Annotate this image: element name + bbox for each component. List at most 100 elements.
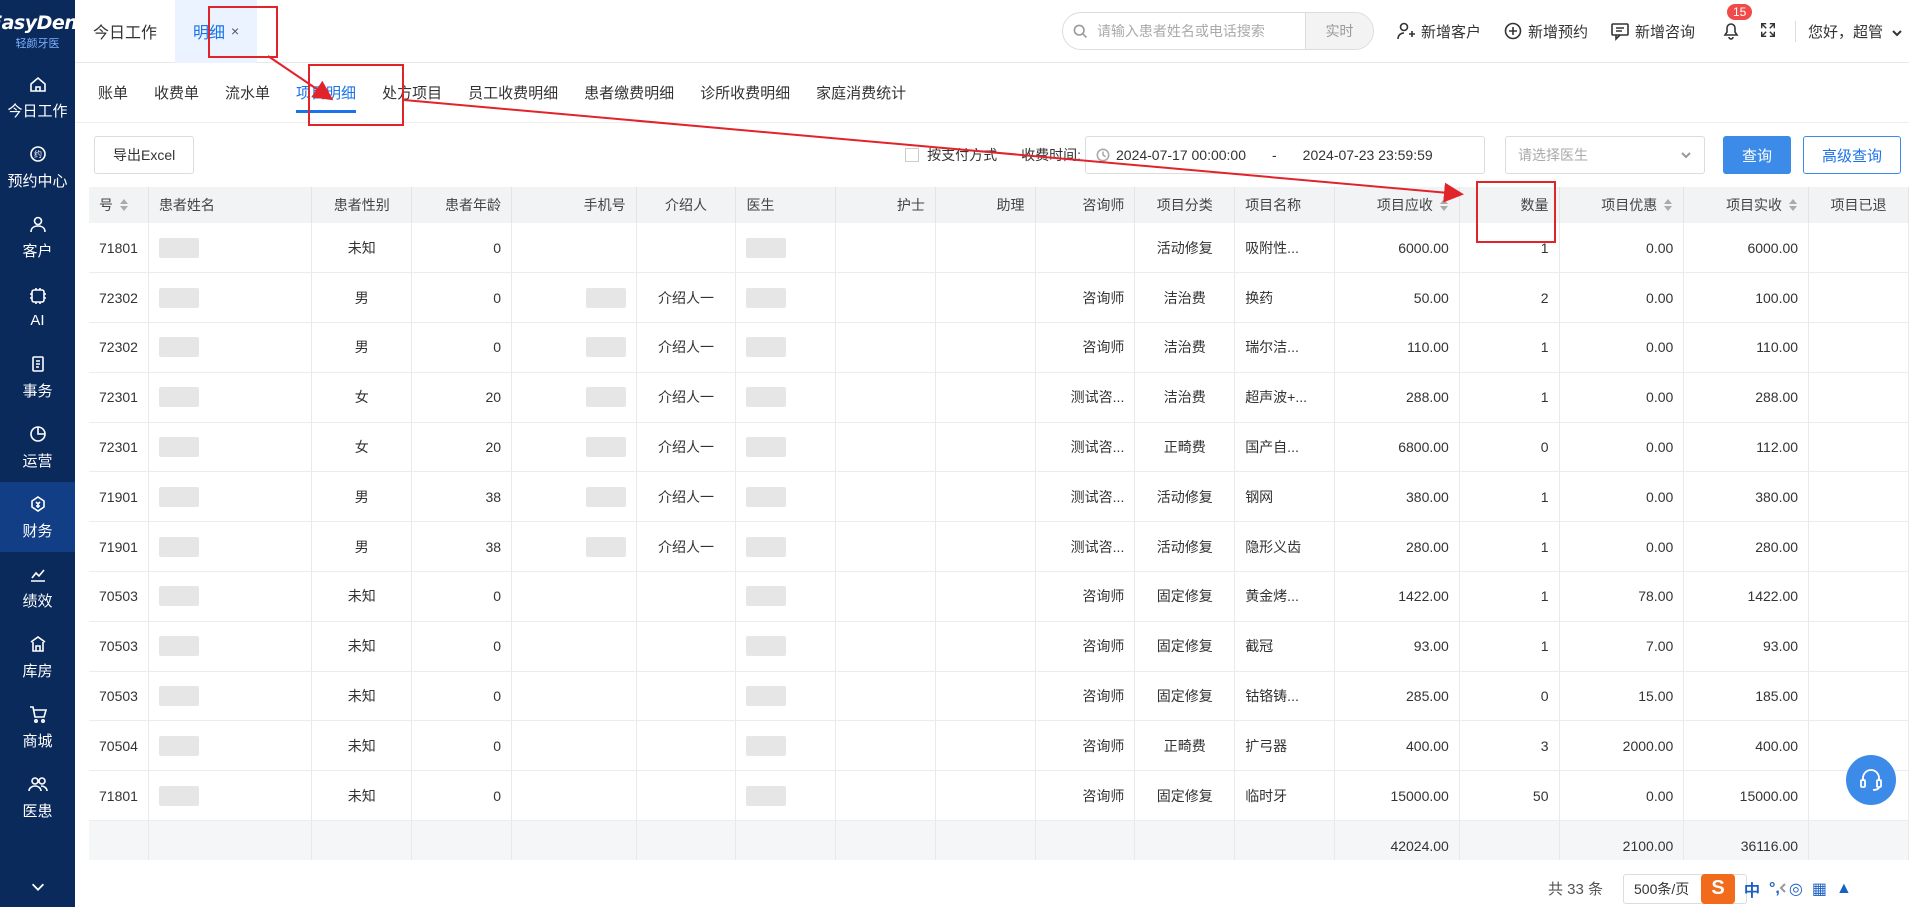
patient-search: 实时 bbox=[1061, 12, 1374, 50]
sidebar-item-patient[interactable]: 医患 bbox=[0, 762, 75, 832]
user-menu[interactable]: 您好，超管 bbox=[1794, 20, 1902, 42]
total-cell bbox=[311, 820, 413, 860]
checkbox-box[interactable] bbox=[905, 148, 920, 162]
column-header-14[interactable]: 项目优惠 bbox=[1559, 187, 1685, 223]
highlight-quantity-header bbox=[1476, 181, 1556, 243]
table-row: 72302 男 0 介绍人一 咨询师 洁治费 瑞尔洁... 110.00 1 0.00 110.00 bbox=[89, 322, 1909, 373]
table-cell: 1422.00 bbox=[1683, 571, 1810, 622]
table-cell: 咨询师 bbox=[1035, 770, 1136, 822]
ime-lang[interactable]: 中 bbox=[1744, 877, 1760, 901]
subtab-2[interactable]: 流水单 bbox=[225, 63, 270, 123]
sidebar: EasyDent 轻颜牙医 今日工作约预约中心客户 AI 事务运营财务绩效库房商城医… bbox=[0, 0, 86, 907]
table-cell: 测试咨... bbox=[1035, 372, 1136, 423]
table-cell bbox=[835, 621, 936, 672]
doctor-select[interactable]: 请选择医生 bbox=[1505, 136, 1705, 174]
sidebar-item-today[interactable]: 今日工作 bbox=[0, 62, 75, 132]
realtime-button[interactable]: 实时 bbox=[1304, 13, 1373, 49]
table-cell: 0 bbox=[411, 671, 513, 722]
table-cell bbox=[835, 322, 936, 373]
table-cell: 100.00 bbox=[1683, 272, 1810, 324]
table-cell: 固定修复 bbox=[1134, 621, 1236, 672]
sidebar-item-customer[interactable]: 客户 bbox=[0, 202, 75, 272]
sort-icon[interactable] bbox=[1439, 198, 1449, 215]
keyboard-icon[interactable]: ▦ bbox=[1812, 879, 1827, 899]
redacted-block bbox=[746, 387, 787, 408]
page-size-value: 500条/页 bbox=[1634, 880, 1690, 897]
subtab-6[interactable]: 患者缴费明细 bbox=[584, 63, 674, 123]
sort-icon[interactable] bbox=[119, 198, 129, 215]
highlight-project-detail-tab bbox=[308, 64, 404, 126]
table-cell: 112.00 bbox=[1683, 422, 1810, 473]
table-cell bbox=[935, 322, 1036, 373]
sidebar-item-finance[interactable]: 财务 bbox=[0, 482, 75, 552]
chevron-down-icon[interactable] bbox=[0, 873, 75, 901]
table-cell bbox=[935, 571, 1036, 622]
sidebar-item-label: 客户 bbox=[22, 243, 53, 260]
table-cell: 男 bbox=[311, 322, 413, 373]
column-header-12[interactable]: 项目应收 bbox=[1334, 187, 1460, 223]
sidebar-item-storage[interactable]: 库房 bbox=[0, 622, 75, 692]
table-cell: 71901 bbox=[89, 521, 149, 573]
table-cell: 活动修复 bbox=[1134, 223, 1236, 274]
pagination: 共 33 条 500条/页 bbox=[75, 870, 1909, 907]
table-cell: 0 bbox=[1459, 671, 1560, 722]
sort-icon[interactable] bbox=[1788, 198, 1798, 215]
sidebar-item-operation[interactable]: 运营 bbox=[0, 412, 75, 482]
table-cell: 185.00 bbox=[1683, 671, 1810, 722]
redacted-block bbox=[746, 237, 787, 258]
pay-method-checkbox[interactable]: 按支付方式 bbox=[905, 145, 997, 165]
table-cell: 0 bbox=[411, 272, 513, 324]
microphone-icon[interactable]: ◎ bbox=[1789, 879, 1803, 899]
column-header-10: 项目分类 bbox=[1134, 187, 1236, 223]
shirt-icon[interactable]: ▲ bbox=[1836, 880, 1852, 898]
table-cell: 国产自... bbox=[1234, 422, 1336, 473]
table-cell bbox=[735, 422, 837, 473]
sidebar-item-mall[interactable]: 商城 bbox=[0, 692, 75, 762]
filter-toolbar: 导出Excel 按支付方式 收费时间: 2024-07-17 00:00:00 … bbox=[75, 123, 1909, 187]
subtab-5[interactable]: 员工收费明细 bbox=[468, 63, 558, 123]
table-row: 71801 未知 0 活动修复 吸附性... 6000.00 1 0.00 6000.00 bbox=[89, 223, 1909, 274]
sidebar-item-performance[interactable]: 绩效 bbox=[0, 552, 75, 622]
table-cell: 6000.00 bbox=[1683, 223, 1810, 274]
tab-today-work[interactable]: 今日工作 bbox=[75, 0, 175, 63]
table-cell bbox=[835, 770, 936, 822]
total-cell bbox=[735, 820, 837, 860]
export-excel-button[interactable]: 导出Excel bbox=[94, 136, 195, 174]
subtab-7[interactable]: 诊所收费明细 bbox=[700, 63, 790, 123]
redacted-block bbox=[585, 486, 626, 507]
new-consult-button[interactable]: 新增咨询 bbox=[1610, 21, 1695, 42]
new-booking-button[interactable]: 新增预约 bbox=[1503, 21, 1588, 42]
subtab-1[interactable]: 收费单 bbox=[154, 63, 199, 123]
table-cell bbox=[636, 571, 737, 622]
query-button[interactable]: 查询 bbox=[1723, 136, 1791, 174]
table-cell: 15000.00 bbox=[1334, 770, 1460, 822]
date-range-picker[interactable]: 2024-07-17 00:00:00 - 2024-07-23 23:59:5… bbox=[1085, 136, 1485, 174]
customer-service-button[interactable] bbox=[1846, 755, 1896, 805]
table-cell bbox=[148, 571, 313, 622]
total-cell bbox=[636, 820, 737, 860]
sidebar-item-affairs[interactable]: 事务 bbox=[0, 342, 75, 412]
table-cell bbox=[511, 372, 637, 423]
warehouse-icon bbox=[27, 633, 49, 655]
tab-label: 今日工作 bbox=[93, 25, 158, 42]
table-cell: 2000.00 bbox=[1559, 720, 1685, 772]
sidebar-item-ai[interactable]: AI bbox=[0, 272, 75, 342]
subtab-8[interactable]: 家庭消费统计 bbox=[816, 63, 906, 123]
sort-icon[interactable] bbox=[1663, 198, 1673, 215]
table-cell bbox=[1808, 521, 1909, 573]
redacted-block bbox=[585, 337, 626, 358]
column-header-15[interactable]: 项目实收 bbox=[1683, 187, 1810, 223]
column-header-label: 患者性别 bbox=[333, 197, 390, 213]
search-input[interactable] bbox=[1096, 23, 1305, 39]
sidebar-item-booking[interactable]: 约预约中心 bbox=[0, 132, 75, 202]
column-header-0[interactable]: 号 bbox=[89, 187, 149, 223]
table-cell: 7.00 bbox=[1559, 621, 1685, 672]
subtab-0[interactable]: 账单 bbox=[98, 63, 128, 123]
fullscreen-icon[interactable] bbox=[1759, 21, 1777, 42]
notification-bell[interactable]: 15 bbox=[1721, 3, 1753, 43]
ime-logo[interactable]: S bbox=[1701, 873, 1735, 904]
new-customer-button[interactable]: 新增客户 bbox=[1396, 21, 1481, 42]
advanced-query-button[interactable]: 高级查询 bbox=[1803, 136, 1901, 174]
chart-icon bbox=[27, 563, 49, 585]
ime-punct[interactable]: °, bbox=[1769, 880, 1780, 898]
